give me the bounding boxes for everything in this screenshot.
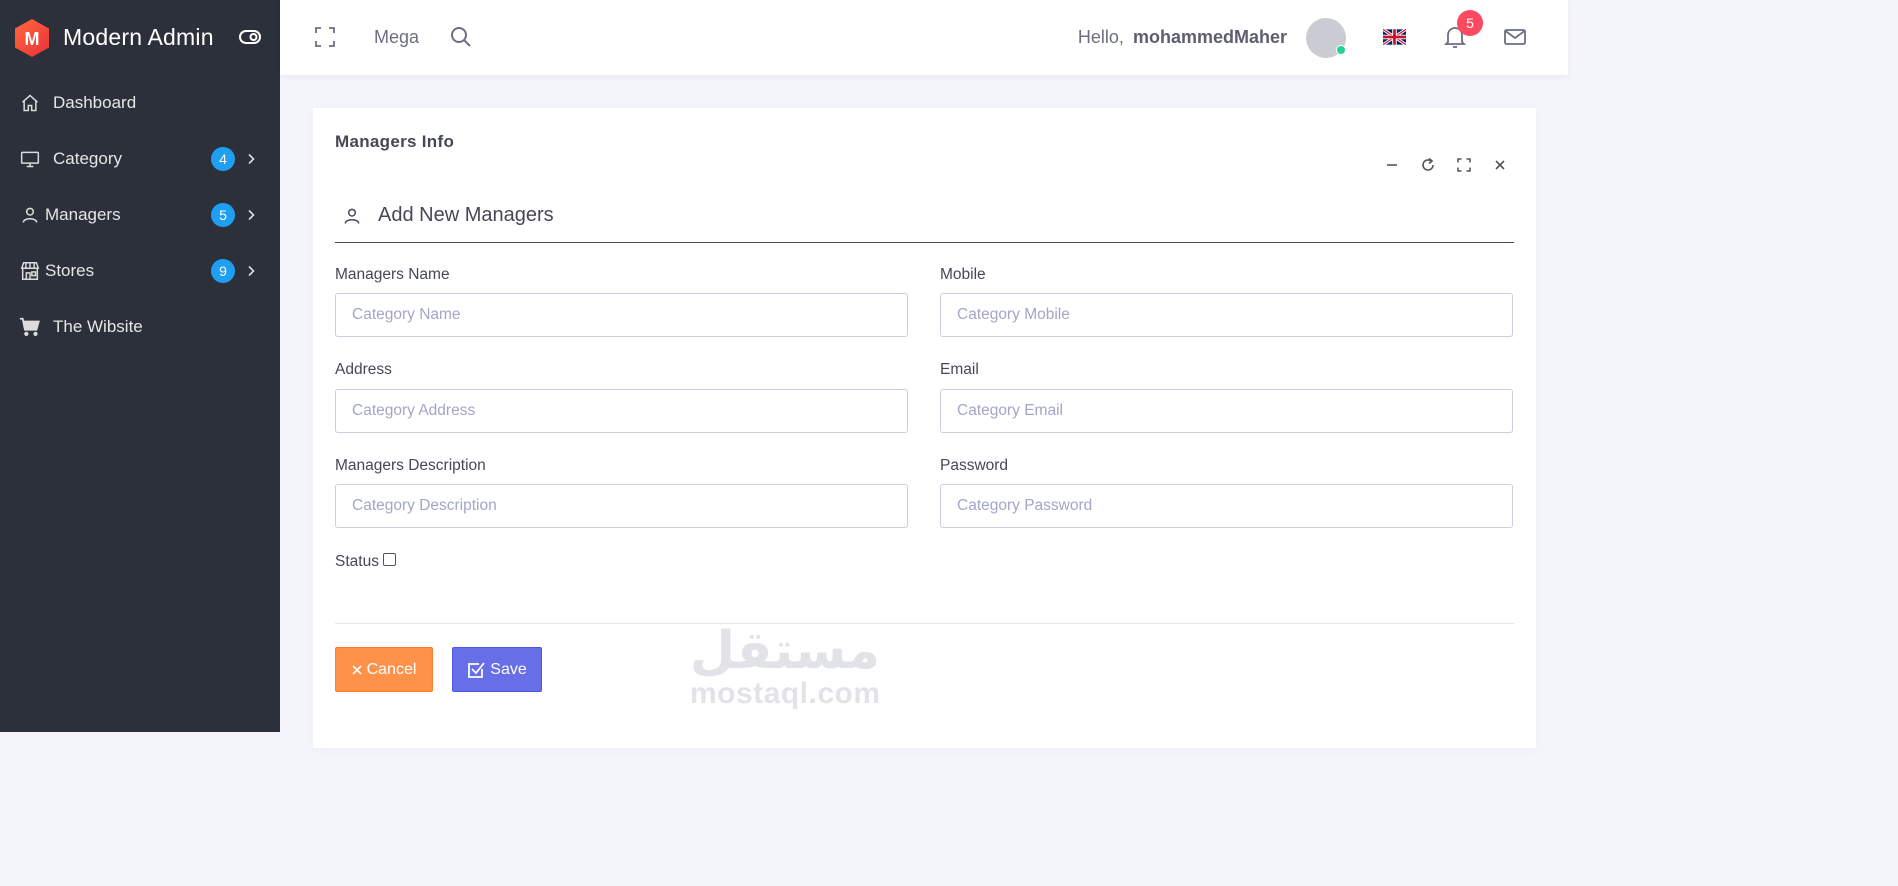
watermark-arabic: مستقل [689,622,880,680]
password-label: Password [940,457,1009,474]
sidebar-item-managers[interactable]: Managers 5 [0,187,280,243]
cancel-label: Cancel [366,660,417,678]
stores-count-badge: 9 [211,259,235,283]
fullscreen-icon[interactable] [315,27,335,47]
watermark-latin: mostaql.com [690,677,881,710]
user-icon [19,204,41,226]
password-input[interactable] [940,484,1513,528]
mostaql-watermark: مستقل mostaql.com [690,625,880,711]
uk-flag-icon[interactable] [1383,29,1406,45]
managers-name-label: Managers Name [335,266,450,283]
address-input[interactable] [335,389,908,433]
brand-logo-icon: M [15,18,49,57]
email-label: Email [940,361,979,378]
save-button[interactable]: Save [452,647,542,692]
managers-description-input[interactable] [335,484,908,528]
close-icon[interactable] [1491,156,1509,174]
cancel-button[interactable]: Cancel [335,647,433,692]
brand-name: Modern Admin [63,24,214,50]
form-section-header: Add New Managers [335,204,1514,243]
email-input[interactable] [940,389,1513,433]
sidebar: M Modern Admin Dashboard Category 4 Mana… [0,0,280,732]
category-count-badge: 4 [211,147,235,171]
username: mohammedMaher [1132,27,1287,47]
chevron-right-icon [248,209,255,221]
sidebar-nav: Dashboard Category 4 Managers 5 Stores 9 [0,75,280,355]
brand-logo-letter: M [25,29,40,49]
section-title: Add New Managers [378,204,554,226]
cart-icon [19,316,41,338]
card-tools [1383,156,1509,174]
managers-description-label: Managers Description [335,457,486,474]
home-icon [19,92,41,114]
form-actions-divider [335,623,1514,624]
sidebar-item-label: Category [53,149,122,168]
top-navbar: Mega Hello, mohammedMaher 5 [280,0,1568,75]
mobile-input[interactable] [940,293,1513,337]
mobile-label: Mobile [940,266,986,283]
managers-count-badge: 5 [211,203,235,227]
chevron-right-icon [248,153,255,165]
reload-icon[interactable] [1419,156,1437,174]
mega-menu-link[interactable]: Mega [374,27,419,48]
user-icon [344,208,360,224]
sidebar-item-website[interactable]: The Wibsite [0,299,280,355]
managers-name-input[interactable] [335,293,908,337]
checkbox-check-icon [467,661,485,679]
store-icon [19,260,41,282]
search-icon[interactable] [450,26,472,48]
sidebar-item-label: The Wibsite [53,317,143,336]
chevron-right-icon [248,265,255,277]
address-label: Address [335,361,392,378]
notification-count-badge: 5 [1457,10,1483,36]
status-field: Status [335,552,396,571]
expand-icon[interactable] [1455,156,1473,174]
sidebar-item-label: Managers [45,205,121,224]
save-label: Save [490,660,527,678]
user-greeting[interactable]: Hello, mohammedMaher [1078,27,1287,48]
sidebar-item-label: Stores [45,261,95,280]
status-checkbox[interactable] [382,552,396,566]
minimize-icon[interactable] [1383,156,1401,174]
online-status-dot [1336,45,1346,55]
sidebar-item-label: Dashboard [53,93,137,112]
mail-icon[interactable] [1504,27,1526,47]
card-title: Managers Info [335,132,455,151]
sidebar-item-stores[interactable]: Stores 9 [0,243,280,299]
managers-info-card: Managers Info Add New Managers Managers … [313,108,1536,748]
status-label: Status [335,553,379,570]
close-icon [352,664,362,675]
sidebar-item-category[interactable]: Category 4 [0,131,280,187]
monitor-icon [19,148,41,170]
greeting-text: Hello, [1077,27,1124,47]
sidebar-item-dashboard[interactable]: Dashboard [0,75,280,131]
sidebar-toggle-icon[interactable] [238,27,262,47]
